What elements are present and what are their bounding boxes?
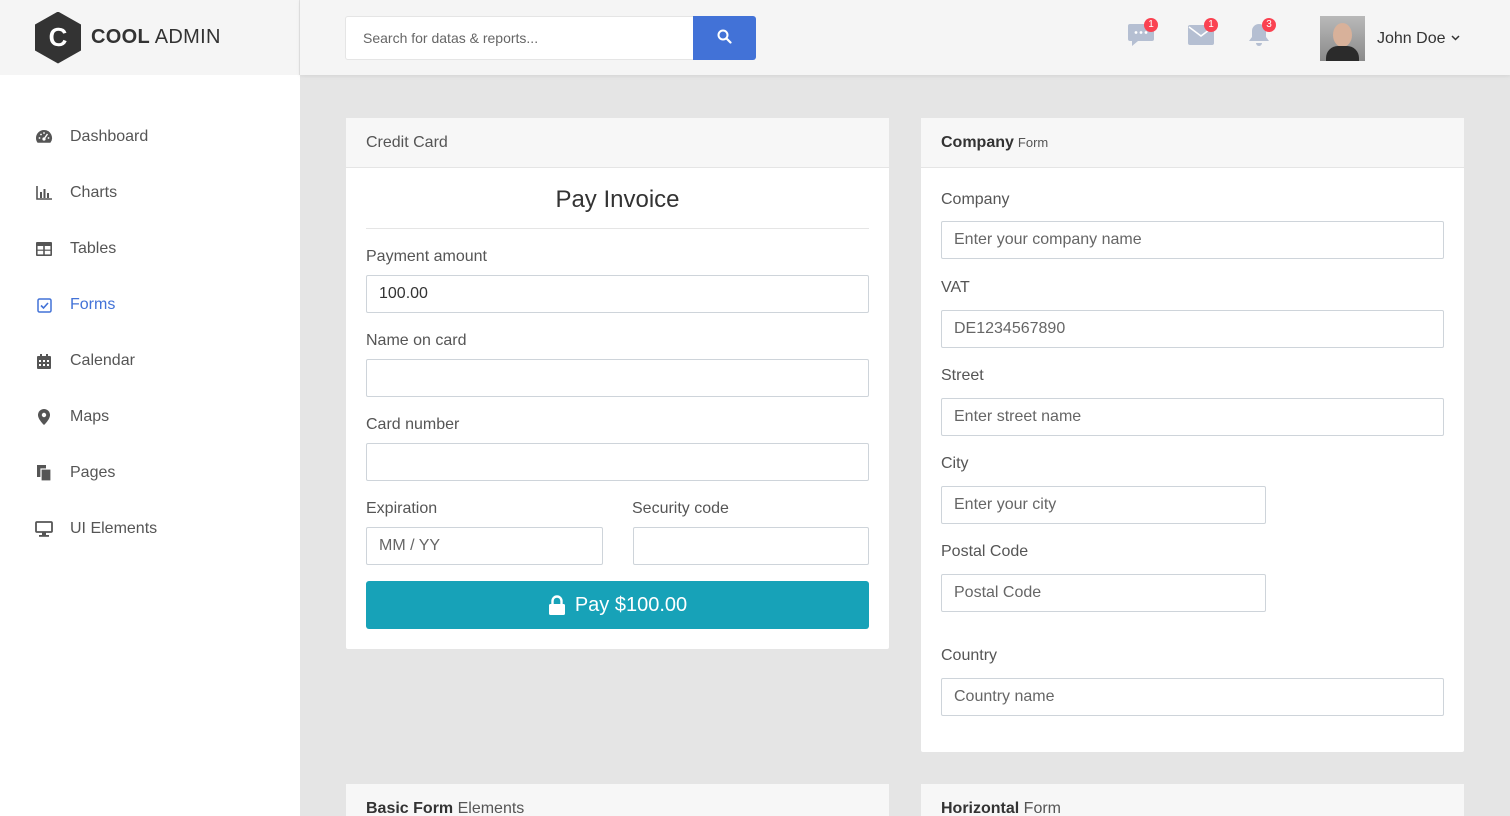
- search-icon: [717, 29, 732, 47]
- security-code-label: Security code: [632, 500, 729, 517]
- table-icon: [35, 240, 53, 258]
- search-button[interactable]: [693, 16, 756, 60]
- company-form-card: CompanyForm Company VAT Street City Post…: [920, 117, 1465, 753]
- country-label: Country: [941, 647, 998, 664]
- expiration-input[interactable]: [366, 527, 603, 565]
- basic-form-card: Basic Form Elements: [345, 783, 890, 816]
- street-label: Street: [941, 367, 984, 384]
- pay-invoice-title: Pay Invoice: [555, 186, 680, 213]
- chevron-down-icon: [1450, 33, 1460, 44]
- street-input[interactable]: [941, 398, 1444, 436]
- vat-input[interactable]: [941, 310, 1444, 348]
- sidebar-item-pages[interactable]: Pages: [0, 445, 300, 501]
- sidebar: C COOL ADMIN Dashboard Charts Tables For…: [0, 0, 300, 816]
- desktop-icon: [35, 520, 53, 538]
- sidebar-item-charts[interactable]: Charts: [0, 165, 300, 221]
- company-label: Company: [941, 191, 1010, 208]
- payment-amount-label: Payment amount: [366, 248, 487, 265]
- notifications-button[interactable]: 3: [1244, 18, 1276, 52]
- city-label: City: [941, 455, 969, 472]
- sidebar-item-forms[interactable]: Forms: [0, 277, 300, 333]
- copy-icon: [35, 464, 53, 482]
- country-input[interactable]: [941, 678, 1444, 716]
- sidebar-item-ui-elements[interactable]: UI Elements: [0, 501, 300, 557]
- postal-code-input[interactable]: [941, 574, 1266, 612]
- payment-amount-input[interactable]: [366, 275, 869, 313]
- postal-code-label: Postal Code: [941, 543, 1029, 560]
- top-header: 1 1 3 John Doe: [300, 0, 1510, 75]
- search-input[interactable]: [345, 16, 693, 60]
- user-name: John Doe: [1377, 29, 1446, 47]
- card-header-company-form: Company Form: [921, 118, 1464, 168]
- city-input[interactable]: [941, 486, 1266, 524]
- avatar: [1320, 16, 1365, 61]
- check-square-icon: [35, 296, 53, 314]
- sidebar-item-tables[interactable]: Tables: [0, 221, 300, 277]
- card-number-label: Card number: [366, 416, 460, 433]
- pay-button[interactable]: Pay $100.00: [366, 581, 869, 629]
- title-divider: [366, 228, 869, 229]
- brand-logo[interactable]: C COOL ADMIN: [0, 0, 300, 75]
- name-on-card-label: Name on card: [366, 332, 467, 349]
- sidebar-nav: Dashboard Charts Tables Forms Calendar M…: [0, 75, 300, 557]
- card-header-credit-card: Credit Card: [346, 118, 889, 168]
- credit-card-card: Credit Card Pay Invoice Payment amount N…: [345, 117, 890, 650]
- messages-button[interactable]: 1: [1126, 18, 1158, 52]
- sidebar-item-calendar[interactable]: Calendar: [0, 333, 300, 389]
- calendar-icon: [35, 352, 53, 370]
- account-menu[interactable]: John Doe: [1320, 16, 1460, 61]
- sidebar-item-dashboard[interactable]: Dashboard: [0, 109, 300, 165]
- alerts-count-badge: 3: [1262, 18, 1276, 32]
- name-on-card-input[interactable]: [366, 359, 869, 397]
- bar-chart-icon: [35, 184, 53, 202]
- dashboard-icon: [35, 128, 53, 146]
- vat-label: VAT: [941, 279, 970, 296]
- security-code-input[interactable]: [633, 527, 869, 565]
- horizontal-form-card: Horizontal Form: [920, 783, 1465, 816]
- company-input[interactable]: [941, 221, 1444, 259]
- card-header-basic-form: Basic Form Elements: [346, 784, 889, 816]
- logo-hexagon-icon: C: [35, 11, 81, 64]
- messages-count-badge: 1: [1144, 18, 1158, 32]
- mail-button[interactable]: 1: [1186, 18, 1218, 52]
- expiration-label: Expiration: [366, 500, 438, 517]
- sidebar-item-maps[interactable]: Maps: [0, 389, 300, 445]
- brand-name: COOL ADMIN: [91, 26, 221, 48]
- lock-icon: [548, 595, 566, 615]
- card-number-input[interactable]: [366, 443, 869, 481]
- mail-count-badge: 1: [1204, 18, 1218, 32]
- map-marker-icon: [35, 408, 53, 426]
- card-header-horizontal-form: Horizontal Form: [921, 784, 1464, 816]
